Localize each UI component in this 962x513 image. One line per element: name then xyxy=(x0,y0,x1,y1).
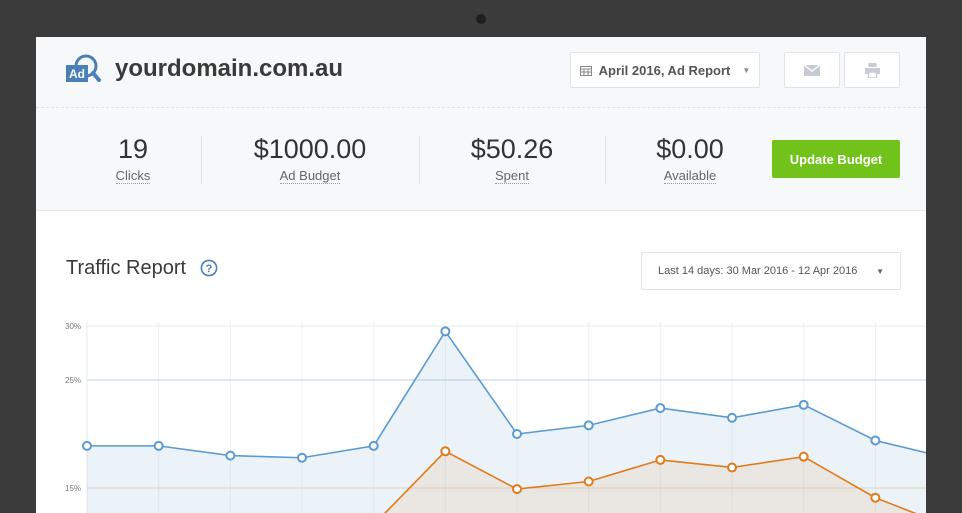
chevron-down-icon: ▼ xyxy=(876,266,884,276)
y-tick-label: 30% xyxy=(65,322,81,331)
report-period-label: April 2016, Ad Report xyxy=(598,62,731,78)
data-point xyxy=(512,429,523,439)
update-budget-button[interactable]: Update Budget xyxy=(772,140,900,178)
chevron-down-icon: ▼ xyxy=(742,65,751,75)
data-point xyxy=(225,450,236,461)
data-point xyxy=(368,440,379,451)
question-circle-icon[interactable]: ? xyxy=(200,259,218,277)
data-point xyxy=(870,492,881,503)
stat-label: Clicks xyxy=(115,168,151,184)
webcam xyxy=(476,14,486,24)
divider xyxy=(605,136,606,184)
data-point xyxy=(727,462,738,473)
stat-label: Ad Budget xyxy=(279,168,341,184)
data-point xyxy=(440,326,451,337)
logo-text: Ad xyxy=(69,67,85,81)
stat-available: $0.00 Available xyxy=(630,134,750,185)
stat-value: $1000.00 xyxy=(253,134,367,164)
stat-spent: $50.26 Spent xyxy=(442,134,582,185)
email-button[interactable] xyxy=(784,52,840,88)
data-point xyxy=(583,420,594,431)
data-point xyxy=(583,476,594,487)
data-point xyxy=(512,484,523,495)
svg-text:?: ? xyxy=(206,263,213,275)
domain-title: yourdomain.com.au xyxy=(115,55,344,82)
stat-value: $0.00 xyxy=(656,134,724,164)
date-range-select[interactable]: Last 14 days: 30 Mar 2016 - 12 Apr 2016 … xyxy=(641,252,901,290)
print-button[interactable] xyxy=(844,52,900,88)
ad-logo: Ad xyxy=(66,54,101,82)
stat-label: Spent xyxy=(495,168,529,184)
data-point xyxy=(870,435,881,446)
data-point xyxy=(153,440,164,451)
y-tick-label: 25% xyxy=(65,376,81,385)
data-point xyxy=(655,454,666,465)
printer-icon xyxy=(864,62,880,78)
stat-value: 19 xyxy=(117,134,149,164)
traffic-chart: 30% 25% 15% xyxy=(65,322,926,513)
data-point xyxy=(655,403,666,414)
header: Ad yourdomain.com.au April 2016, Ad Repo… xyxy=(36,37,926,108)
stat-value: $50.26 xyxy=(470,134,554,164)
data-point xyxy=(440,446,451,457)
data-point xyxy=(82,440,92,451)
stat-label: Available xyxy=(663,168,717,184)
divider xyxy=(201,136,202,184)
stat-clicks: 19 Clicks xyxy=(83,134,183,185)
stat-ad-budget: $1000.00 Ad Budget xyxy=(230,134,390,185)
app-screen: Ad yourdomain.com.au April 2016, Ad Repo… xyxy=(36,37,926,513)
traffic-report-title: Traffic Report xyxy=(66,257,187,279)
data-point xyxy=(798,399,809,410)
data-point xyxy=(798,451,809,462)
report-period-select[interactable]: April 2016, Ad Report ▼ xyxy=(570,52,760,88)
envelope-icon xyxy=(804,64,820,76)
stats-bar: 19 Clicks $1000.00 Ad Budget $50.26 Spen… xyxy=(36,108,926,211)
date-range-label: Last 14 days: 30 Mar 2016 - 12 Apr 2016 xyxy=(658,265,858,277)
calendar-icon xyxy=(579,65,592,76)
y-tick-label: 15% xyxy=(65,484,81,493)
data-point xyxy=(727,412,738,423)
divider xyxy=(419,136,420,184)
data-point xyxy=(297,452,308,463)
